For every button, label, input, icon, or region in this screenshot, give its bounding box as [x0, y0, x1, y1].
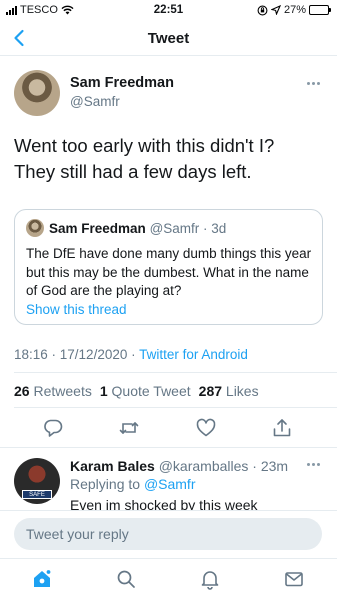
likes-count: 287 [198, 383, 223, 399]
avatar-badge: SAFE [22, 490, 52, 499]
author-handle[interactable]: @Samfr [70, 94, 120, 109]
divider [14, 372, 337, 373]
retweets-stat[interactable]: 26 Retweets [14, 383, 92, 399]
replying-to-link[interactable]: @Samfr [144, 476, 196, 492]
quotes-stat[interactable]: 1 Quote Tweet [100, 383, 191, 399]
retweets-count: 26 [14, 383, 30, 399]
quote-author-avatar [26, 219, 44, 237]
divider [14, 407, 337, 408]
show-thread-link[interactable]: Show this thread [26, 302, 127, 317]
share-icon[interactable] [271, 417, 293, 439]
quote-author-meta: @Samfr · 3d [149, 221, 227, 236]
reply-input[interactable]: Tweet your reply [14, 518, 322, 550]
location-icon [270, 5, 281, 15]
author-name[interactable]: Sam Freedman [70, 75, 174, 91]
retweet-icon[interactable] [118, 417, 140, 439]
orientation-lock-icon [257, 5, 268, 15]
nav-bar: Tweet [0, 22, 337, 56]
replying-to: Replying to @Samfr [70, 476, 196, 492]
page-title: Tweet [147, 30, 190, 47]
status-right: 27% [257, 4, 331, 16]
quote-text: The DfE have done many dumb things this … [26, 246, 312, 298]
tweet-text-line: They still had a few days left. [14, 161, 252, 182]
more-options-icon[interactable] [307, 82, 323, 88]
timestamp-text: 18:16 · 17/12/2020 · [14, 347, 140, 362]
source-link[interactable]: Twitter for Android [139, 347, 248, 362]
quote-author-name: Sam Freedman [49, 221, 146, 236]
tweet-actions [0, 415, 337, 443]
battery-percent: 27% [283, 4, 306, 16]
reply-icon[interactable] [42, 417, 64, 439]
status-bar: TESCO 22:51 27% [0, 0, 337, 20]
reply-author-name[interactable]: Karam Bales [70, 458, 155, 474]
replying-prefix: Replying to [70, 476, 144, 492]
battery-icon [309, 5, 331, 15]
quote-header: Sam Freedman @Samfr · 3d [49, 221, 226, 236]
notifications-icon[interactable] [199, 568, 221, 590]
divider [0, 447, 337, 448]
search-icon[interactable] [115, 568, 137, 590]
tweet-timestamp: 18:16 · 17/12/2020 · Twitter for Android [14, 347, 248, 362]
retweets-label: Retweets [33, 383, 92, 399]
messages-icon[interactable] [283, 568, 305, 590]
quoted-tweet[interactable]: Sam Freedman @Samfr · 3d The DfE have do… [14, 209, 323, 325]
home-icon[interactable] [31, 568, 53, 590]
more-options-icon[interactable] [307, 463, 323, 469]
author-avatar[interactable] [14, 70, 60, 116]
reply-author-meta: @karamballes · 23m [158, 458, 289, 474]
tweet-text-line: Went too early with this didn't I? [14, 135, 275, 156]
quotes-label: Quote Tweet [111, 383, 191, 399]
likes-label: Likes [225, 383, 259, 399]
tweet-stats: 26 Retweets 1 Quote Tweet 287 Likes [14, 383, 259, 399]
like-icon[interactable] [195, 417, 217, 439]
reply-header: Karam Bales @karamballes · 23m [70, 458, 288, 474]
tweet-text: Went too early with this didn't I? They … [14, 133, 324, 185]
quotes-count: 1 [99, 383, 108, 399]
likes-stat[interactable]: 287 Likes [199, 383, 259, 399]
tab-bar [0, 558, 337, 600]
